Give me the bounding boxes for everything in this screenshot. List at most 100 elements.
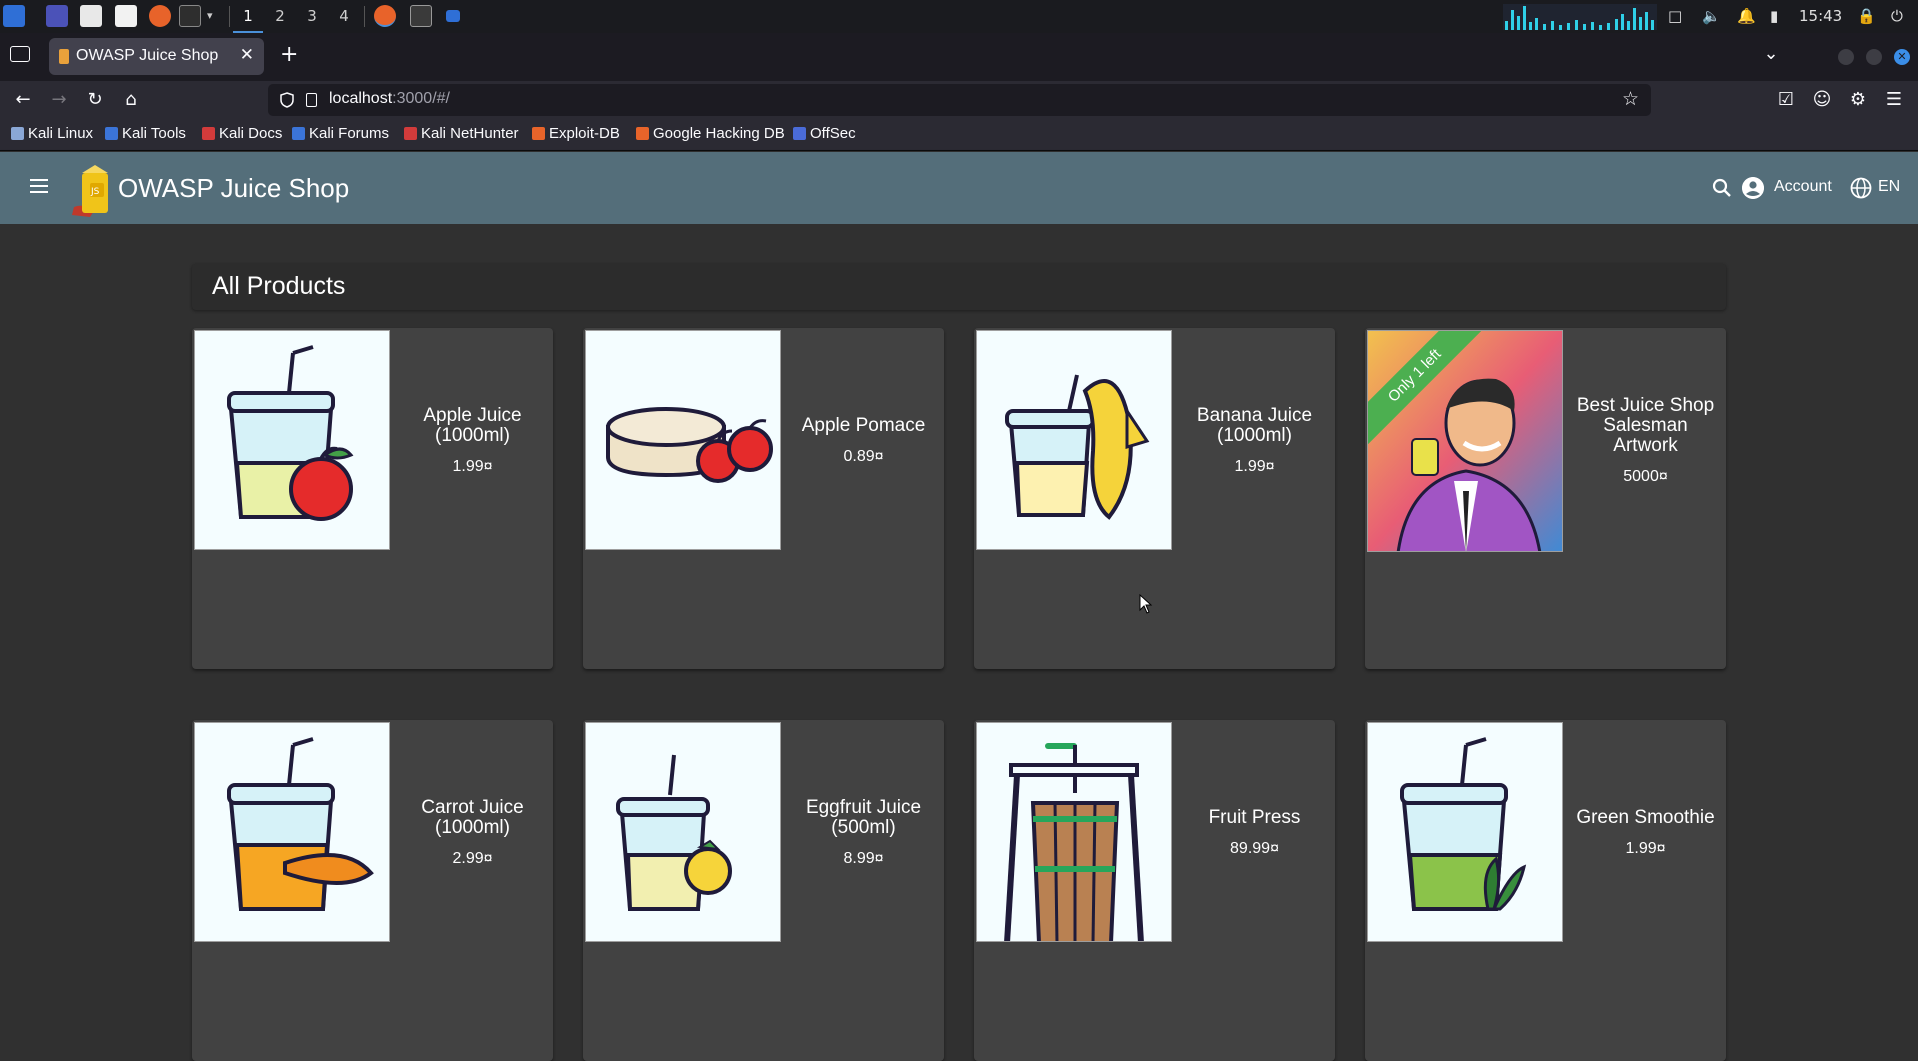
back-button[interactable]: ← [10,87,36,113]
power-icon[interactable]: ⏻ [1891,0,1903,33]
account-circle-icon[interactable] [1742,177,1764,199]
bookmark-kali-tools[interactable]: Kali Tools [105,125,186,145]
bookmark-kali-docs[interactable]: Kali Docs [202,125,282,145]
bookmark-label: Google Hacking DB [653,125,785,142]
bookmark-label: Kali Linux [28,125,94,142]
os-taskbar: ▾ 1 2 3 4 □ 🔈 🔔 ▮ 15:43 🔒 ⏻ [0,0,1918,33]
product-name: Eggfruit Juice (500ml) [805,797,922,838]
bookmark-google-hacking-db[interactable]: Google Hacking DB [636,125,785,145]
close-tab-icon[interactable]: ✕ [240,45,254,65]
bookmark-label: OffSec [810,125,856,142]
bookmark-exploit-db[interactable]: Exploit-DB [532,125,620,145]
url-text[interactable]: localhost:3000/#/ [329,90,450,108]
taskbar-separator [229,6,230,27]
terminal-icon[interactable] [179,5,201,27]
app-title[interactable]: OWASP Juice Shop [118,173,349,204]
product-image[interactable] [585,722,781,942]
app-window-icon[interactable] [446,10,460,22]
notification-bell-icon[interactable]: 🔔 [1737,0,1756,33]
workspace-2[interactable]: 2 [265,0,295,33]
kali-tools-icon [105,127,118,140]
screen-icon[interactable]: □ [1668,0,1682,33]
product-card-apple-juice[interactable]: Apple Juice (1000ml) 1.99¤ [192,328,553,669]
products-heading-card: All Products [192,264,1726,310]
close-window-button[interactable]: ✕ [1894,49,1910,65]
chevron-down-icon[interactable]: ▾ [207,5,219,27]
volume-icon[interactable]: 🔈 [1702,0,1721,33]
workspace-4[interactable]: 4 [329,0,359,33]
nethunter-icon [404,127,417,140]
product-price: 2.99¤ [452,850,493,867]
forward-button[interactable]: → [46,87,72,113]
firefox-view-icon[interactable] [10,46,30,62]
file-manager-icon[interactable] [80,5,102,27]
product-card-salesman-artwork[interactable]: Only 1 left Best Juice Shop Salesman Art… [1365,328,1726,669]
language-button[interactable]: EN [1878,178,1900,196]
product-image[interactable] [976,722,1172,942]
product-price: 1.99¤ [1625,840,1666,857]
product-info: Eggfruit Juice (500ml) 8.99¤ [783,720,944,946]
bookmark-kali-forums[interactable]: Kali Forums [292,125,389,145]
maximize-button[interactable] [1866,49,1882,65]
product-image[interactable] [585,330,781,550]
lock-icon[interactable]: 🔒 [1857,0,1876,33]
shield-icon[interactable] [280,92,294,108]
product-card-eggfruit-juice[interactable]: Eggfruit Juice (500ml) 8.99¤ [583,720,944,1061]
product-image[interactable] [194,722,390,942]
juice-shop-favicon [59,49,69,64]
kali-docs-icon [202,127,215,140]
list-all-tabs-icon[interactable]: ⌄ [1758,41,1784,67]
bookmark-label: Exploit-DB [549,125,620,142]
product-image[interactable]: Only 1 left [1367,330,1563,552]
product-image[interactable] [976,330,1172,550]
terminal-window-icon[interactable] [410,5,432,27]
mouse-cursor-icon [1139,594,1153,614]
product-price: 0.89¤ [843,448,884,465]
text-editor-icon[interactable] [115,5,137,27]
home-button[interactable]: ⌂ [118,87,144,113]
product-card-carrot-juice[interactable]: Carrot Juice (1000ml) 2.99¤ [192,720,553,1061]
product-card-apple-pomace[interactable]: Apple Pomace 0.89¤ [583,328,944,669]
clock: 15:43 [1799,7,1843,25]
product-card-banana-juice[interactable]: Banana Juice (1000ml) 1.99¤ [974,328,1335,669]
product-card-green-smoothie[interactable]: Green Smoothie 1.99¤ [1365,720,1726,1061]
firefox-icon[interactable] [149,5,171,27]
pocket-icon[interactable]: ☑ [1773,87,1799,113]
bookmark-kali-linux[interactable]: Kali Linux [11,125,93,145]
reload-button[interactable]: ↻ [82,87,108,113]
product-price: 89.99¤ [1230,840,1279,857]
minimize-button[interactable] [1838,49,1854,65]
app-menu-icon[interactable]: ☰ [1881,87,1907,113]
menu-icon[interactable] [30,179,48,193]
account-button[interactable]: Account [1774,178,1832,196]
product-info: Banana Juice (1000ml) 1.99¤ [1174,328,1335,554]
workspace-1[interactable]: 1 [233,0,263,33]
language-globe-icon[interactable] [1850,177,1872,199]
product-name: Green Smoothie [1576,807,1715,828]
firefox-window-icon[interactable] [374,5,396,27]
product-image[interactable] [194,330,390,550]
workspace-3[interactable]: 3 [297,0,327,33]
kali-menu-icon[interactable] [3,5,25,27]
product-info: Apple Juice (1000ml) 1.99¤ [392,328,553,554]
bookmark-star-icon[interactable]: ☆ [1622,88,1639,110]
new-tab-button[interactable]: + [280,44,298,66]
bookmark-label: Kali NetHunter [421,125,519,142]
bookmark-kali-nethunter[interactable]: Kali NetHunter [404,125,519,145]
tab-owasp-juice-shop[interactable]: OWASP Juice Shop ✕ [49,38,264,75]
address-bar[interactable]: localhost:3000/#/ ☆ [268,84,1651,116]
main-content: All Products Apple Juice (1000ml) 1.99¤ [0,224,1918,1061]
product-card-fruit-press[interactable]: Fruit Press 89.99¤ [974,720,1335,1061]
search-icon[interactable] [1712,178,1732,198]
page-info-icon[interactable] [306,93,317,107]
bookmark-label: Kali Forums [309,125,390,142]
juice-shop-logo[interactable]: JS [70,163,118,217]
product-image[interactable] [1367,722,1563,942]
battery-icon[interactable]: ▮ [1770,0,1778,33]
bookmark-offsec[interactable]: OffSec [793,125,856,145]
account-icon[interactable]: ☺ [1809,87,1835,113]
desktop-icon[interactable] [46,5,68,27]
url-host: localhost [329,90,393,107]
extensions-icon[interactable]: ⚙ [1845,87,1871,113]
svg-text:JS: JS [90,187,100,197]
